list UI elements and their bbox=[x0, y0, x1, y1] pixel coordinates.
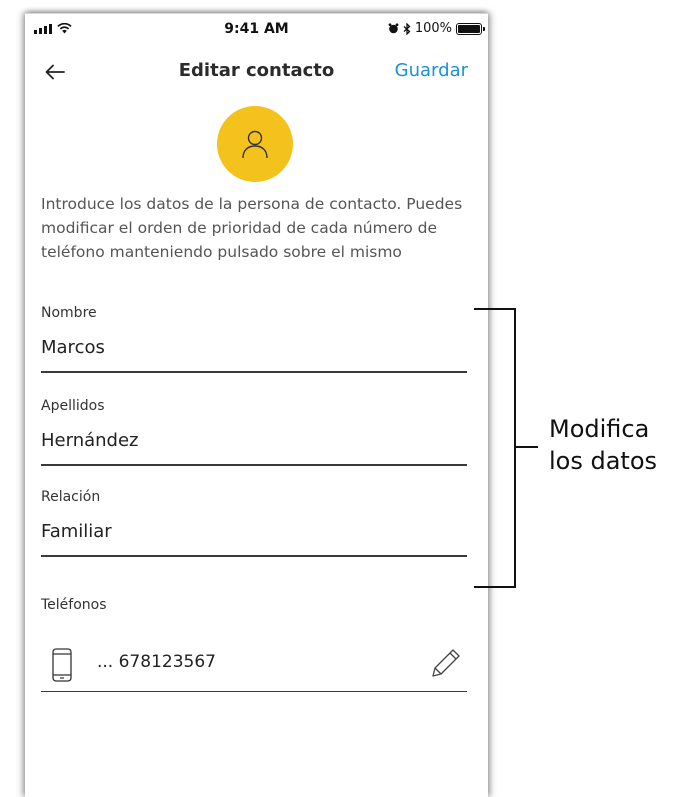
surname-input[interactable]: Hernández bbox=[41, 430, 467, 456]
name-field[interactable]: Nombre Marcos bbox=[41, 305, 467, 373]
name-label: Nombre bbox=[41, 305, 97, 321]
phone-number: ... 678123567 bbox=[97, 652, 216, 672]
relation-input[interactable]: Familiar bbox=[41, 521, 467, 547]
surname-field[interactable]: Apellidos Hernández bbox=[41, 398, 467, 466]
save-button[interactable]: Guardar bbox=[395, 60, 468, 81]
name-underline bbox=[41, 371, 467, 373]
phone-underline bbox=[41, 690, 467, 692]
alarm-icon bbox=[388, 23, 399, 34]
phone-row[interactable]: ... 678123567 bbox=[41, 644, 467, 692]
edit-phone-button[interactable] bbox=[425, 644, 463, 682]
bluetooth-icon bbox=[403, 22, 411, 35]
name-input[interactable]: Marcos bbox=[41, 337, 467, 363]
person-icon bbox=[242, 130, 268, 159]
status-right: 100% bbox=[388, 21, 485, 36]
nav-bar: Editar contacto Guardar bbox=[25, 56, 488, 92]
surname-underline bbox=[41, 464, 467, 466]
phone-screen: 9:41 AM 100% Editar contacto Guardar Int… bbox=[25, 13, 488, 797]
mobile-phone-icon bbox=[52, 648, 72, 682]
intro-text: Introduce los datos de la persona de con… bbox=[41, 195, 463, 261]
relation-field[interactable]: Relación Familiar bbox=[41, 489, 467, 557]
annotation-text: Modifica los datos bbox=[549, 413, 674, 477]
battery-percent: 100% bbox=[414, 21, 452, 36]
pencil-icon bbox=[432, 649, 460, 677]
status-bar: 9:41 AM 100% bbox=[25, 14, 488, 46]
battery-icon bbox=[456, 22, 485, 35]
relation-underline bbox=[41, 555, 467, 557]
avatar[interactable] bbox=[217, 106, 293, 182]
phones-label: Teléfonos bbox=[41, 597, 107, 613]
annotation-line-2: los datos bbox=[549, 447, 658, 475]
annotation-bracket bbox=[474, 308, 538, 588]
annotation-line-1: Modifica bbox=[549, 415, 650, 443]
relation-label: Relación bbox=[41, 489, 101, 505]
surname-label: Apellidos bbox=[41, 398, 105, 414]
